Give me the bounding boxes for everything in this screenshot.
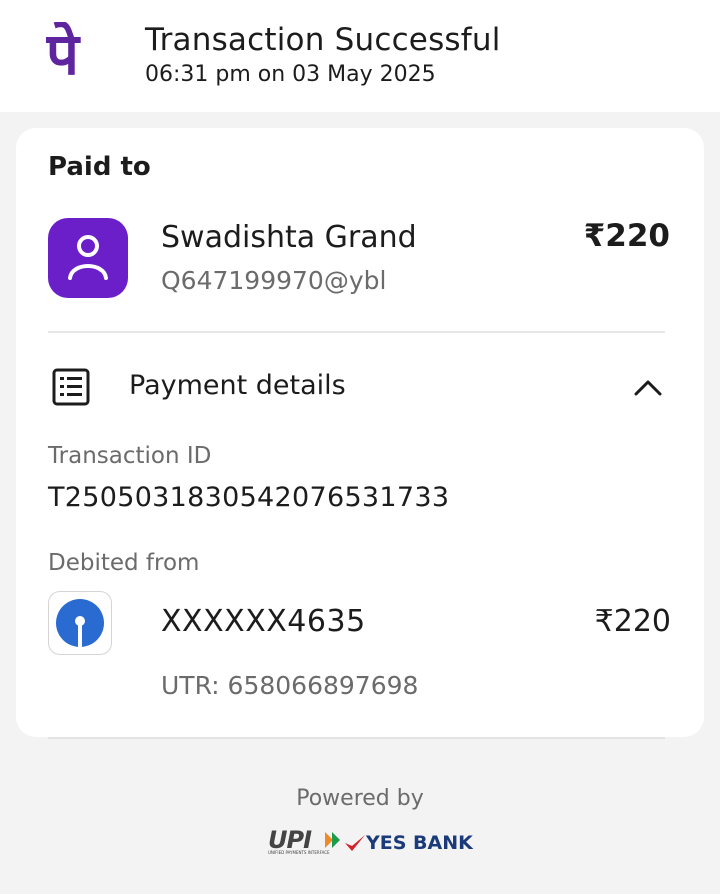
yes-bank-check-icon [345, 835, 365, 851]
debited-amount: ₹220 [594, 604, 671, 639]
payee-name: Swadishta Grand [161, 220, 417, 255]
phonepe-logo: पे [46, 22, 81, 86]
svg-text:पे: पे [46, 22, 81, 86]
receipt-list-icon [52, 368, 90, 406]
upi-arrow-icon [325, 832, 340, 848]
transaction-status-title: Transaction Successful [145, 22, 501, 58]
powered-by-label: Powered by [296, 786, 424, 811]
payee-avatar [48, 218, 128, 298]
paid-to-label: Paid to [48, 152, 151, 182]
transaction-id-label: Transaction ID [48, 443, 212, 469]
chevron-up-icon[interactable] [628, 370, 668, 406]
upi-logo-subtext: UNIFIED PAYMENTS INTERFACE [268, 850, 330, 855]
header: पे Transaction Successful 06:31 pm on 03… [0, 0, 720, 112]
paid-amount: ₹220 [583, 218, 670, 254]
partner-logos: UPI UNIFIED PAYMENTS INTERFACE YES BANK [268, 826, 473, 860]
transaction-id-value[interactable]: T2505031830542076531733 [48, 482, 449, 513]
debited-from-label: Debited from [48, 550, 200, 576]
transaction-card: Paid to Swadishta Grand Q647199970@ybl ₹… [16, 128, 704, 737]
divider [48, 737, 665, 739]
payee-upi-id: Q647199970@ybl [161, 266, 387, 295]
yes-bank-logo: YES BANK [366, 832, 473, 854]
debited-account-number: XXXXXX4635 [161, 604, 366, 639]
bank-logo [48, 591, 112, 655]
person-icon [68, 235, 108, 280]
payment-details-label[interactable]: Payment details [129, 370, 346, 401]
transaction-timestamp: 06:31 pm on 03 May 2025 [145, 62, 436, 87]
sbi-logo [56, 599, 104, 648]
utr-number[interactable]: UTR: 658066897698 [161, 671, 418, 700]
divider [48, 331, 665, 333]
